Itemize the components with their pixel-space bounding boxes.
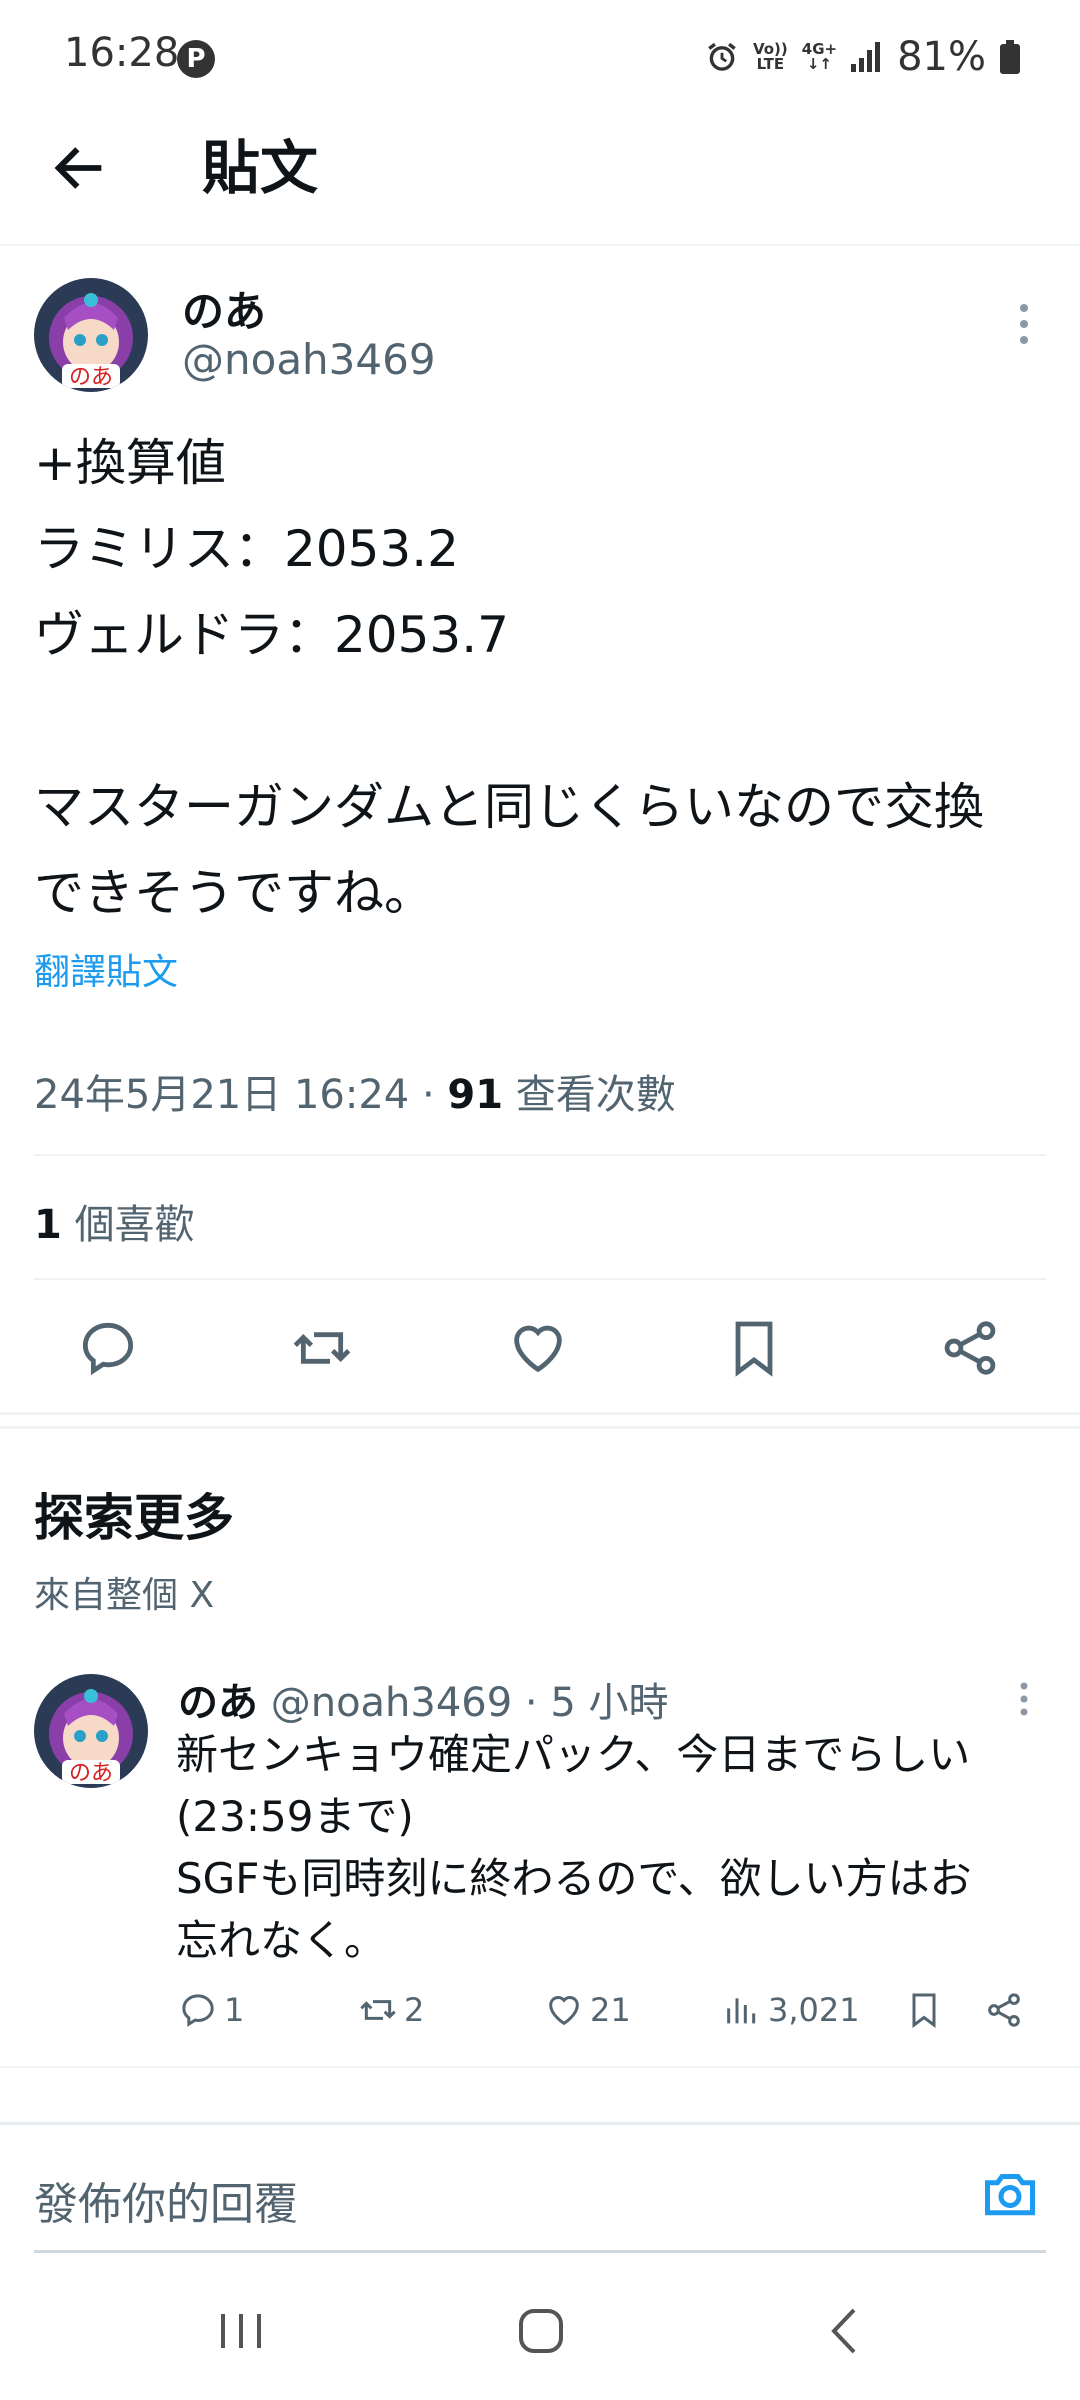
more-options-button[interactable] xyxy=(1014,300,1034,350)
related-more-button[interactable] xyxy=(1014,1680,1034,1730)
retweet-button[interactable] xyxy=(290,1316,354,1380)
recents-icon xyxy=(221,2314,261,2348)
related-bookmark-button[interactable] xyxy=(904,1990,944,2030)
explore-subtitle: 來自整個 X xyxy=(34,1575,215,1616)
more-vertical-icon xyxy=(1020,304,1028,344)
translate-link[interactable]: 翻譯貼文 xyxy=(34,943,178,995)
author-name[interactable]: のあ xyxy=(182,278,266,339)
related-reply-count: 1 xyxy=(224,1991,245,2029)
home-icon xyxy=(519,2309,563,2353)
avatar[interactable]: のあ xyxy=(34,278,148,392)
back-button[interactable] xyxy=(48,136,112,200)
meta-separator: · xyxy=(421,1072,435,1118)
reply-bar-divider xyxy=(0,2122,1080,2125)
like-icon xyxy=(549,1996,579,2026)
views-count: 91 xyxy=(447,1072,504,1118)
reply-icon xyxy=(182,1994,214,2027)
reply-button[interactable] xyxy=(76,1316,140,1380)
home-button[interactable] xyxy=(506,2296,576,2366)
camera-button[interactable] xyxy=(980,2164,1040,2224)
meta-divider xyxy=(34,1154,1046,1156)
related-divider xyxy=(0,2066,1080,2068)
bookmark-button[interactable] xyxy=(722,1316,786,1380)
share-icon xyxy=(944,1321,996,1375)
related-reply-button[interactable]: 1 xyxy=(178,1990,244,2030)
arrow-left-icon xyxy=(54,147,102,189)
page-title: 貼文 xyxy=(202,134,319,202)
related-retweet-button[interactable]: 2 xyxy=(358,1990,424,2030)
likes-summary[interactable]: 1 個喜歡 xyxy=(34,1192,195,1250)
svg-text:のあ: のあ xyxy=(69,1761,113,1786)
like-icon xyxy=(514,1325,562,1373)
reply-input-underline xyxy=(34,2250,1046,2253)
analytics-icon xyxy=(727,1998,756,2024)
chevron-left-icon xyxy=(831,2308,856,2354)
related-tweet-header[interactable]: のあ @noah3469 · 5 小時 xyxy=(178,1670,669,1728)
signal-icon xyxy=(851,42,881,72)
views-label: 查看次數 xyxy=(515,1072,676,1118)
status-icons: Vo)) LTE 4G+ ↓↑ 81% xyxy=(705,34,1020,80)
section-divider xyxy=(0,1426,1080,1429)
svg-text:のあ: のあ xyxy=(69,365,113,390)
status-time: 16:28 xyxy=(64,30,180,76)
author-handle[interactable]: @noah3469 xyxy=(182,335,436,384)
related-views-button[interactable]: 3,021 xyxy=(722,1990,860,2030)
recent-apps-button[interactable] xyxy=(206,2296,276,2366)
avatar-image: のあ xyxy=(34,278,148,392)
share-button[interactable] xyxy=(938,1316,1002,1380)
retweet-icon xyxy=(293,1332,351,1364)
related-author-handle: @noah3469 xyxy=(270,1680,513,1726)
retweet-icon xyxy=(360,2000,396,2020)
battery-icon xyxy=(1000,40,1020,74)
header-divider xyxy=(0,244,1080,246)
related-like-button[interactable]: 21 xyxy=(544,1990,631,2030)
reply-icon xyxy=(82,1322,134,1376)
related-time: · 5 小時 xyxy=(524,1680,669,1726)
likes-label: 個喜歡 xyxy=(74,1202,195,1248)
likes-count: 1 xyxy=(34,1202,62,1248)
like-button[interactable] xyxy=(506,1316,570,1380)
explore-title: 探索更多 xyxy=(34,1489,234,1547)
likes-divider xyxy=(34,1278,1046,1280)
share-icon xyxy=(988,1993,1020,2027)
camera-icon xyxy=(985,2174,1035,2216)
related-views-count: 3,021 xyxy=(768,1991,860,2029)
volte-indicator: Vo)) LTE xyxy=(752,40,788,73)
bookmark-icon xyxy=(735,1321,773,1377)
bookmark-icon xyxy=(912,1993,936,2028)
related-like-count: 21 xyxy=(590,1991,631,2029)
related-retweet-count: 2 xyxy=(404,1991,425,2029)
related-share-button[interactable] xyxy=(984,1990,1024,2030)
related-tweet-text[interactable]: 新センキョウ確定パック、今日までらしい (23:59まで) SGFも同時刻に終わ… xyxy=(176,1724,1036,1972)
reply-input[interactable]: 發佈你的回覆 xyxy=(34,2168,298,2232)
avatar-image: のあ xyxy=(34,1674,148,1788)
tweet-divider xyxy=(0,1412,1080,1415)
tweet-meta: 24年5月21日 16:24 · 91 查看次數 xyxy=(34,1062,676,1120)
battery-percent: 81% xyxy=(897,34,986,80)
related-author-name: のあ xyxy=(178,1680,258,1726)
more-vertical-icon xyxy=(1020,1682,1028,1716)
notification-icon: P xyxy=(177,40,215,78)
network-indicator: 4G+ ↓↑ xyxy=(801,40,838,73)
tweet-text: +換算値 ラミリス：2053.2 ヴェルドラ：2053.7 マスターガンダムと同… xyxy=(34,434,984,922)
tweet-timestamp[interactable]: 24年5月21日 16:24 xyxy=(34,1072,409,1118)
related-avatar[interactable]: のあ xyxy=(34,1674,148,1788)
system-back-button[interactable] xyxy=(810,2296,880,2366)
alarm-icon xyxy=(708,42,736,71)
